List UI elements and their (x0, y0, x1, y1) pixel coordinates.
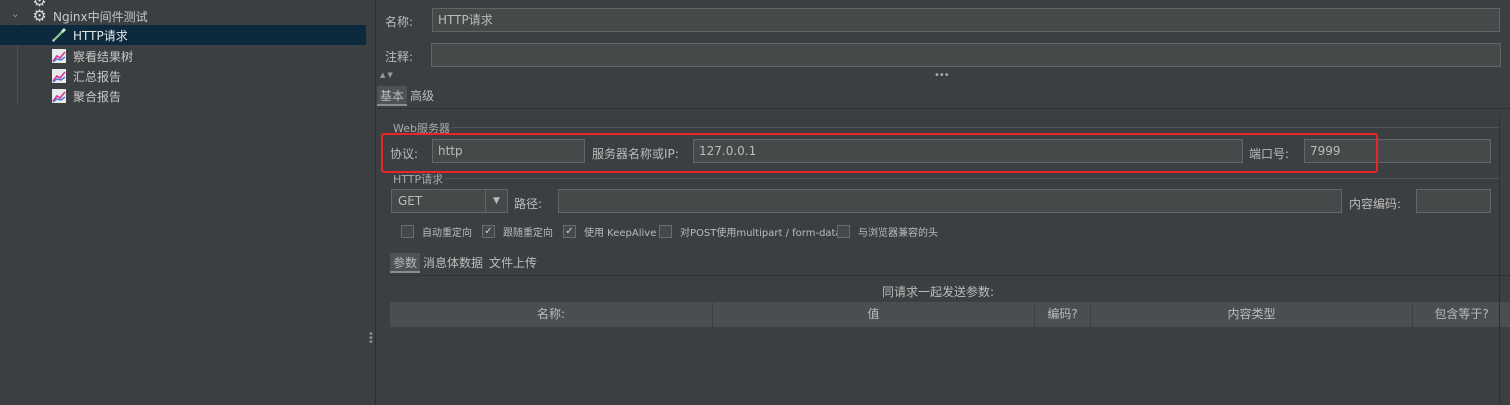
group-border (390, 127, 1500, 128)
checkbox-label: 与浏览器兼容的头 (858, 228, 938, 239)
chart-icon (51, 88, 67, 104)
scrollbar-edge (1499, 118, 1500, 405)
path-label: 路径: (514, 197, 543, 211)
auto-redirect-checkbox[interactable]: 自动重定向 (401, 224, 472, 239)
checkbox-label: 跟随重定向 (503, 228, 553, 239)
follow-redirect-checkbox[interactable]: ✓ 跟随重定向 (482, 224, 553, 239)
tree-item-aggregate-report[interactable]: 聚合报告 (0, 86, 366, 106)
chevron-down-icon[interactable]: ⌄ (11, 9, 23, 20)
check-icon[interactable]: ✓ (563, 225, 576, 238)
multipart-checkbox[interactable]: 对POST使用multipart / form-data (659, 224, 842, 239)
tabs-divider (377, 108, 1510, 109)
tabs-divider (390, 275, 1510, 276)
method-value: GET (398, 194, 423, 208)
checkbox-box[interactable] (837, 225, 850, 238)
encoding-label: 内容编码: (1349, 197, 1402, 211)
checkbox-label: 对POST使用multipart / form-data (680, 228, 842, 239)
checkbox-box[interactable] (659, 225, 672, 238)
chevron-down-icon[interactable]: ▼ (485, 190, 507, 212)
tab-parameters[interactable]: 参数 (390, 253, 421, 273)
keepalive-checkbox[interactable]: ✓ 使用 KeepAlive (563, 224, 656, 239)
tree-item-view-results-tree[interactable]: 察看结果树 (0, 46, 366, 66)
checkbox-label: 使用 KeepAlive (584, 228, 657, 239)
collapse-arrows-icon[interactable]: ▲▼ (380, 71, 395, 79)
checkbox-box[interactable] (401, 225, 414, 238)
checkbox-label: 自动重定向 (422, 228, 472, 239)
http-request-panel: 名称: HTTP请求 注释: ▲▼ ••• 基本 高级 Web服务器 协议: h… (377, 0, 1510, 405)
tree-item-label: 聚合报告 (73, 90, 122, 104)
chart-icon (51, 68, 67, 84)
splitter-grip-icon[interactable]: ••• (934, 70, 950, 81)
method-select[interactable]: GET ▼ (391, 189, 508, 213)
check-icon[interactable]: ✓ (482, 225, 495, 238)
tree-item-nginx[interactable]: ⌄ ⚙ Nginx中间件测试 (0, 6, 366, 26)
column-header-content-type[interactable]: 内容类型 (1091, 302, 1413, 327)
name-label: 名称: (385, 15, 414, 29)
tab-basic[interactable]: 基本 (377, 86, 408, 106)
annotation-highlight-box (381, 133, 1378, 173)
tree-item-http-request[interactable]: HTTP请求 (0, 25, 366, 45)
tree-item-summary-report[interactable]: 汇总报告 (0, 66, 366, 86)
tree-item-label: HTTP请求 (73, 29, 128, 43)
path-field[interactable] (558, 189, 1342, 213)
browser-headers-checkbox[interactable]: 与浏览器兼容的头 (837, 224, 938, 239)
tab-advanced[interactable]: 高级 (407, 86, 437, 106)
config-tabs: 基本 高级 (377, 86, 437, 106)
tree-item-label: 汇总报告 (73, 70, 122, 84)
params-caption: 同请求一起发送参数: (882, 285, 995, 299)
encoding-field[interactable] (1416, 189, 1491, 213)
body-tabs: 参数 消息体数据 文件上传 (390, 253, 540, 273)
chart-icon (51, 48, 67, 64)
tree-item-label: 察看结果树 (73, 50, 134, 64)
column-header-name[interactable]: 名称: (390, 302, 713, 327)
column-header-encode[interactable]: 编码? (1035, 302, 1091, 327)
column-header-value[interactable]: 值 (713, 302, 1035, 327)
tab-file-upload[interactable]: 文件上传 (486, 253, 540, 273)
name-field[interactable]: HTTP请求 (432, 8, 1500, 32)
column-header-include-equals[interactable]: 包含等于? (1413, 302, 1510, 327)
group-border (390, 178, 1500, 179)
comment-field[interactable] (431, 43, 1501, 67)
test-plan-tree: ⚙ ⌄ ⚙ Nginx中间件测试 HTTP请求 察看结果树 汇总报告 聚合报告 (0, 0, 366, 405)
params-table-header: 名称: 值 编码? 内容类型 包含等于? (390, 302, 1510, 327)
pipette-icon (51, 27, 67, 43)
tab-body-data[interactable]: 消息体数据 (420, 253, 486, 273)
http-request-group-title: HTTP请求 (391, 171, 446, 187)
gear-icon: ⚙ (32, 6, 47, 25)
comment-label: 注释: (385, 50, 414, 64)
drag-handle-icon[interactable]: • • • (368, 330, 374, 348)
tree-item-label: Nginx中间件测试 (53, 10, 148, 24)
